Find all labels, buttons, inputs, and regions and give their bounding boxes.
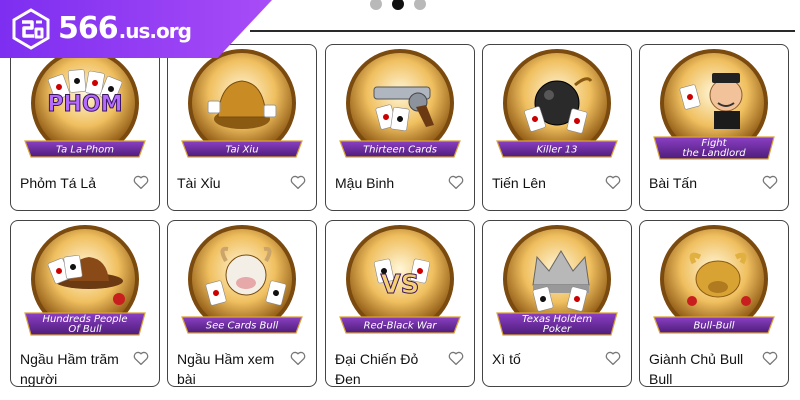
game-name[interactable]: Phỏm Tá Lả (20, 173, 132, 193)
carousel-pager (370, 0, 426, 10)
heart-icon[interactable] (289, 173, 307, 191)
heart-icon[interactable] (604, 349, 622, 367)
game-thumbnail[interactable]: Tai Xiu (176, 47, 308, 169)
art-caption: See Cards Bull (206, 321, 279, 332)
revolver-icon (373, 86, 434, 132)
art-caption: Killer 13 (536, 145, 577, 156)
art-caption: Of Bull (68, 324, 102, 335)
brand-name: 566.us.org (58, 11, 192, 46)
game-card[interactable]: See Cards Bull Ngầu Hầm xem bài (167, 220, 317, 387)
pager-dot[interactable] (370, 0, 382, 10)
art-caption: Poker (543, 324, 572, 335)
pager-dot[interactable] (414, 0, 426, 10)
game-thumbnail[interactable]: VS Red-Black War (334, 223, 466, 345)
game-thumbnail[interactable]: Hundreds People Of Bull (19, 223, 151, 345)
game-name[interactable]: Tài Xỉu (177, 173, 289, 193)
game-name[interactable]: Mậu Binh (335, 173, 447, 193)
game-card[interactable]: Hundreds People Of Bull Ngầu Hầm trăm ngườ… (10, 220, 160, 387)
logo-emblem-icon (10, 8, 52, 50)
art-caption: Thirteen Cards (363, 145, 437, 156)
heart-icon[interactable] (761, 349, 779, 367)
game-card[interactable]: Bull-Bull Giành Chủ Bull Bull (639, 220, 789, 387)
game-thumbnail[interactable]: PHOM Ta La-Phom (19, 47, 151, 169)
art-logo-text: PHOM (47, 92, 122, 117)
game-thumbnail[interactable]: Bull-Bull (648, 223, 780, 345)
heart-icon[interactable] (132, 173, 150, 191)
divider (250, 30, 795, 32)
brand-domain: .us.org (118, 19, 192, 43)
game-thumbnail[interactable]: Texas Holdem Poker (491, 223, 623, 345)
game-name[interactable]: Bài Tấn (649, 173, 761, 193)
art-logo-text: VS (381, 270, 420, 300)
art-caption: Bull-Bull (693, 321, 734, 332)
heart-icon[interactable] (447, 349, 465, 367)
game-name[interactable]: Tiến Lên (492, 173, 604, 193)
game-name[interactable]: Ngầu Hầm xem bài (177, 349, 289, 386)
game-name[interactable]: Xì tố (492, 349, 604, 369)
game-card[interactable]: PHOM Ta La-Phom Phỏm Tá Lả (10, 44, 160, 211)
game-thumbnail[interactable]: Thirteen Cards (334, 47, 466, 169)
game-name[interactable]: Đại Chiến Đỏ Đen (335, 349, 447, 386)
pager-dot-active[interactable] (392, 0, 404, 10)
game-name[interactable]: Giành Chủ Bull Bull (649, 349, 761, 386)
art-caption: Tai Xiu (225, 145, 258, 156)
heart-icon[interactable] (132, 349, 150, 367)
game-card[interactable]: Tai Xiu Tài Xỉu (167, 44, 317, 211)
game-thumbnail[interactable]: Killer 13 (491, 47, 623, 169)
heart-icon[interactable] (604, 173, 622, 191)
game-card[interactable]: Fight the Landlord Bài Tấn (639, 44, 789, 211)
art-caption: Ta La-Phom (56, 145, 114, 156)
art-caption: Red-Black War (364, 321, 438, 332)
art-caption: the Landlord (682, 148, 746, 159)
game-card[interactable]: VS Red-Black War Đại Chiến Đỏ Đen (325, 220, 475, 387)
game-thumbnail[interactable]: See Cards Bull (176, 223, 308, 345)
heart-icon[interactable] (447, 173, 465, 191)
game-name[interactable]: Ngầu Hầm trăm người (20, 349, 132, 386)
game-thumbnail[interactable]: Fight the Landlord (648, 47, 780, 169)
game-card[interactable]: Killer 13 Tiến Lên (482, 44, 632, 211)
game-card[interactable]: Thirteen Cards Mậu Binh (325, 44, 475, 211)
game-card[interactable]: Texas Holdem Poker Xì tố (482, 220, 632, 387)
heart-icon[interactable] (761, 173, 779, 191)
heart-icon[interactable] (289, 349, 307, 367)
